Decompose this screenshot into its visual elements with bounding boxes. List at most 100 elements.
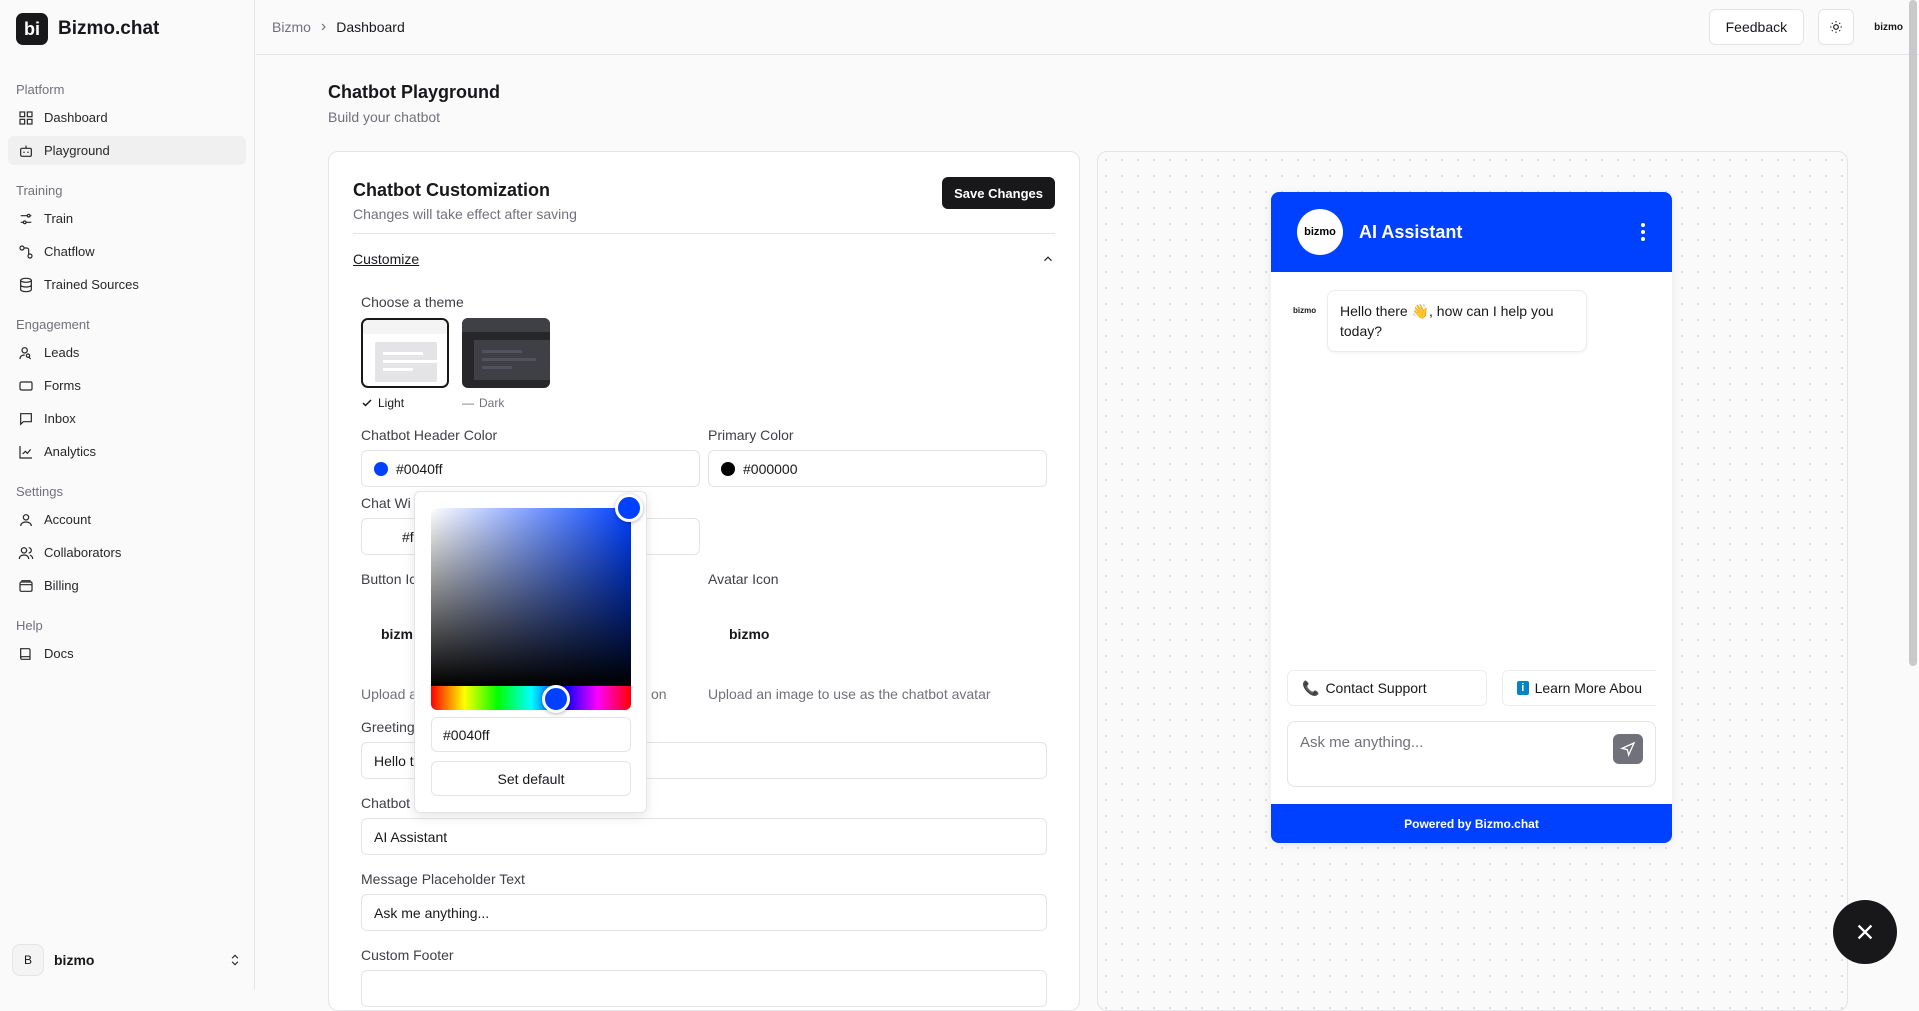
section-label-platform: Platform — [16, 82, 65, 97]
sidebar-item-label: Train — [44, 211, 74, 226]
chat-widget: bizmo AI Assistant bizmo Hello there 👋, … — [1271, 192, 1672, 843]
placeholder-label: Message Placeholder Text — [361, 871, 525, 887]
message-avatar: bizmo — [1293, 306, 1317, 315]
chat-window-color-label: Chat Wi — [361, 495, 411, 511]
set-default-button[interactable]: Set default — [431, 761, 631, 796]
org-logo[interactable]: bizmo — [1874, 22, 1903, 33]
color-picker-popover: #0040ff Set default — [414, 491, 647, 813]
check-icon — [362, 399, 372, 407]
info-icon: i — [1517, 681, 1529, 695]
primary-color-input[interactable]: #000000 — [708, 450, 1047, 487]
chatbot-name-input[interactable]: AI Assistant — [361, 818, 1047, 855]
avatar-icon-preview[interactable]: bizmo — [729, 626, 769, 642]
header-color-input[interactable]: #0040ff — [361, 450, 700, 487]
page-title: Chatbot Playground — [328, 82, 500, 102]
breadcrumb-root[interactable]: Bizmo — [272, 19, 311, 35]
user-menu[interactable]: B bizmo — [12, 944, 242, 976]
phone-icon: 📞 — [1302, 679, 1320, 696]
color-swatch — [721, 461, 735, 476]
sidebar-item-train[interactable]: Train — [8, 204, 246, 233]
close-chat-fab[interactable] — [1833, 900, 1897, 964]
hue-handle[interactable] — [542, 685, 570, 713]
message-icon — [20, 412, 32, 426]
sidebar-item-leads[interactable]: Leads — [8, 338, 246, 367]
chat-preview-panel: bizmo AI Assistant bizmo Hello there 👋, … — [1097, 151, 1848, 1011]
sidebar-item-forms[interactable]: Forms — [8, 371, 246, 400]
button-icon-label: Button Ic — [361, 571, 417, 587]
theme-light-label: Light — [361, 396, 404, 410]
card-title: Chatbot Customization — [353, 180, 550, 200]
sidebar-item-inbox[interactable]: Inbox — [8, 404, 246, 433]
sidebar: bi Bizmo.chat Platform Dashboard Playgro… — [0, 0, 255, 990]
flow-icon — [19, 244, 33, 259]
sidebar-item-label: Playground — [44, 143, 110, 158]
upload-avatar-helper: Upload an image to use as the chatbot av… — [708, 686, 991, 702]
sidebar-item-docs[interactable]: Docs — [8, 639, 246, 668]
feedback-button[interactable]: Feedback — [1708, 9, 1805, 45]
sidebar-item-trained-sources[interactable]: Trained Sources — [8, 270, 246, 299]
divider — [353, 233, 1055, 234]
widget-message-input[interactable]: Ask me anything... — [1287, 721, 1656, 787]
sidebar-item-label: Chatflow — [44, 244, 95, 259]
greeting-label: Greeting — [361, 719, 415, 735]
sidebar-item-label: Inbox — [44, 411, 76, 426]
user-icon — [20, 513, 32, 526]
widget-logo: bizmo — [1297, 209, 1343, 255]
section-label-training: Training — [16, 183, 63, 198]
hex-input[interactable]: #0040ff — [431, 717, 631, 752]
brand-name: Bizmo.chat — [58, 18, 160, 39]
send-icon — [1620, 741, 1636, 757]
theme-light-option[interactable] — [361, 318, 449, 388]
sidebar-item-dashboard[interactable]: Dashboard — [8, 103, 246, 132]
send-button[interactable] — [1613, 734, 1643, 764]
sidebar-item-label: Docs — [44, 646, 74, 661]
brand[interactable]: bi Bizmo.chat — [0, 0, 254, 58]
primary-color-label: Primary Color — [708, 427, 794, 443]
widget-header: bizmo AI Assistant — [1271, 192, 1672, 272]
page-scrollbar[interactable] — [1909, 0, 1917, 666]
header-color-label: Chatbot Header Color — [361, 427, 498, 443]
sidebar-item-analytics[interactable]: Analytics — [8, 437, 246, 466]
button-icon-preview[interactable]: bizm — [381, 626, 413, 642]
theme-label: Choose a theme — [361, 294, 464, 310]
sidebar-item-label: Analytics — [44, 444, 97, 459]
section-label-help: Help — [16, 618, 43, 633]
users-icon — [18, 546, 34, 559]
hue-slider[interactable] — [431, 686, 631, 710]
color-swatch — [374, 461, 388, 476]
card-subtitle: Changes will take effect after saving — [353, 206, 577, 222]
user-search-icon — [19, 346, 32, 359]
section-label-settings: Settings — [16, 484, 63, 499]
theme-dark-option[interactable] — [462, 318, 550, 388]
sidebar-item-billing[interactable]: Billing — [8, 571, 246, 600]
sidebar-item-account[interactable]: Account — [8, 505, 246, 534]
chart-icon — [19, 445, 32, 459]
sliders-icon — [20, 213, 32, 224]
sidebar-item-label: Account — [44, 512, 91, 527]
customize-accordion-trigger[interactable]: Customize — [353, 251, 419, 267]
sidebar-item-label: Dashboard — [44, 110, 108, 125]
close-icon — [1857, 924, 1873, 940]
saturation-handle[interactable] — [615, 494, 643, 522]
quick-reply-learn-more[interactable]: i Learn More Abou — [1502, 670, 1656, 706]
chevron-up-icon[interactable] — [1041, 252, 1055, 266]
footer-input[interactable] — [361, 970, 1047, 1007]
theme-toggle-button[interactable] — [1818, 9, 1855, 45]
saturation-area[interactable] — [431, 508, 631, 686]
save-changes-button[interactable]: Save Changes — [942, 177, 1055, 209]
placeholder-input[interactable]: Ask me anything... — [361, 894, 1047, 931]
sidebar-item-chatflow[interactable]: Chatflow — [8, 237, 246, 266]
more-vertical-icon[interactable] — [1640, 222, 1646, 242]
dash-icon: — — [462, 396, 474, 410]
topbar: Bizmo › Dashboard Feedback bizmo — [256, 0, 1919, 55]
sidebar-item-label: Forms — [44, 378, 81, 393]
greeting-bubble: Hello there 👋, how can I help you today? — [1327, 290, 1587, 352]
user-name: bizmo — [54, 952, 95, 968]
quick-reply-contact-support[interactable]: 📞 Contact Support — [1287, 670, 1487, 706]
wallet-icon — [19, 579, 33, 592]
sidebar-item-playground[interactable]: Playground — [8, 136, 246, 165]
upload-button-icon-helper-left: Upload a — [361, 686, 418, 702]
sun-icon — [1830, 21, 1842, 33]
sidebar-item-collaborators[interactable]: Collaborators — [8, 538, 246, 567]
book-icon — [20, 647, 31, 660]
